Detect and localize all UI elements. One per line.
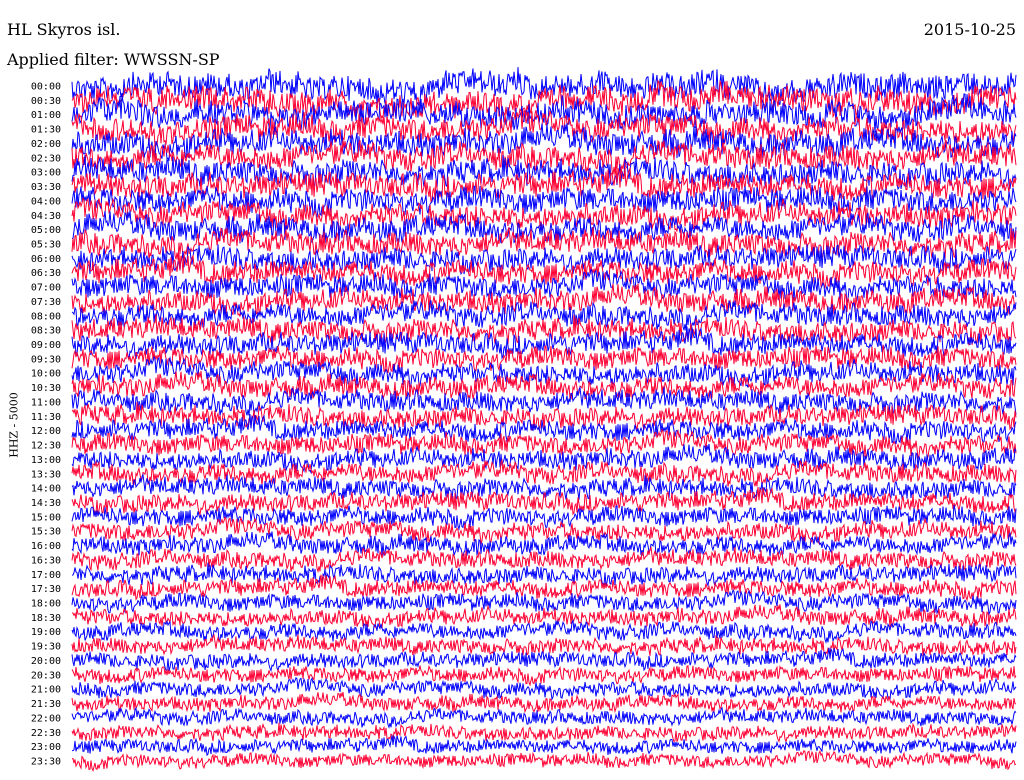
trace-22:00 bbox=[71, 706, 1017, 729]
row-label-04:30: 04:30 bbox=[31, 211, 61, 222]
row-label-02:30: 02:30 bbox=[31, 153, 61, 164]
row-label-10:30: 10:30 bbox=[31, 383, 61, 394]
row-label-21:30: 21:30 bbox=[31, 699, 61, 710]
row-label-05:30: 05:30 bbox=[31, 239, 61, 250]
row-label-03:30: 03:30 bbox=[31, 182, 61, 193]
row-label-00:30: 00:30 bbox=[31, 96, 61, 107]
trace-22:30 bbox=[71, 722, 1017, 744]
row-label-05:00: 05:00 bbox=[31, 225, 61, 236]
row-label-23:30: 23:30 bbox=[31, 757, 61, 768]
row-label-12:30: 12:30 bbox=[31, 441, 61, 452]
trace-17:30 bbox=[71, 574, 1017, 602]
row-label-11:30: 11:30 bbox=[31, 412, 61, 423]
row-label-15:30: 15:30 bbox=[31, 527, 61, 538]
row-label-22:30: 22:30 bbox=[31, 728, 61, 739]
row-label-14:00: 14:00 bbox=[31, 484, 61, 495]
trace-19:30 bbox=[71, 633, 1017, 656]
row-label-02:00: 02:00 bbox=[31, 139, 61, 150]
row-label-19:30: 19:30 bbox=[31, 642, 61, 653]
row-label-15:00: 15:00 bbox=[31, 512, 61, 523]
row-label-09:00: 09:00 bbox=[31, 340, 61, 351]
row-label-23:00: 23:00 bbox=[31, 742, 61, 753]
row-label-16:00: 16:00 bbox=[31, 541, 61, 552]
row-label-06:00: 06:00 bbox=[31, 254, 61, 265]
row-label-22:00: 22:00 bbox=[31, 713, 61, 724]
row-label-14:30: 14:30 bbox=[31, 498, 61, 509]
row-label-03:00: 03:00 bbox=[31, 168, 61, 179]
row-label-07:30: 07:30 bbox=[31, 297, 61, 308]
row-label-01:30: 01:30 bbox=[31, 125, 61, 136]
row-label-13:30: 13:30 bbox=[31, 469, 61, 480]
row-label-07:00: 07:00 bbox=[31, 283, 61, 294]
trace-23:30 bbox=[71, 749, 1017, 772]
row-label-08:00: 08:00 bbox=[31, 311, 61, 322]
row-label-06:30: 06:30 bbox=[31, 268, 61, 279]
row-label-18:00: 18:00 bbox=[31, 599, 61, 610]
row-label-19:00: 19:00 bbox=[31, 627, 61, 638]
row-label-13:00: 13:00 bbox=[31, 455, 61, 466]
row-label-17:00: 17:00 bbox=[31, 570, 61, 581]
trace-04:00 bbox=[71, 184, 1017, 218]
row-label-09:30: 09:30 bbox=[31, 354, 61, 365]
row-label-00:00: 00:00 bbox=[31, 82, 61, 93]
row-label-10:00: 10:00 bbox=[31, 369, 61, 380]
row-label-01:00: 01:00 bbox=[31, 110, 61, 121]
row-label-20:00: 20:00 bbox=[31, 656, 61, 667]
row-label-21:00: 21:00 bbox=[31, 685, 61, 696]
trace-15:30 bbox=[71, 516, 1017, 546]
row-label-08:30: 08:30 bbox=[31, 326, 61, 337]
helicorder-plot: 00:00 00:30 01:00 01:30 02:00 02:30 03:00 03:30… bbox=[31, 67, 1017, 772]
row-label-12:00: 12:00 bbox=[31, 426, 61, 437]
row-label-16:30: 16:30 bbox=[31, 555, 61, 566]
trace-17:00 bbox=[71, 562, 1017, 588]
trace-20:30 bbox=[71, 664, 1017, 687]
row-label-04:00: 04:00 bbox=[31, 196, 61, 207]
row-label-20:30: 20:30 bbox=[31, 670, 61, 681]
row-label-17:30: 17:30 bbox=[31, 584, 61, 595]
row-label-18:30: 18:30 bbox=[31, 613, 61, 624]
trace-20:00 bbox=[71, 647, 1017, 673]
row-label-11:00: 11:00 bbox=[31, 397, 61, 408]
